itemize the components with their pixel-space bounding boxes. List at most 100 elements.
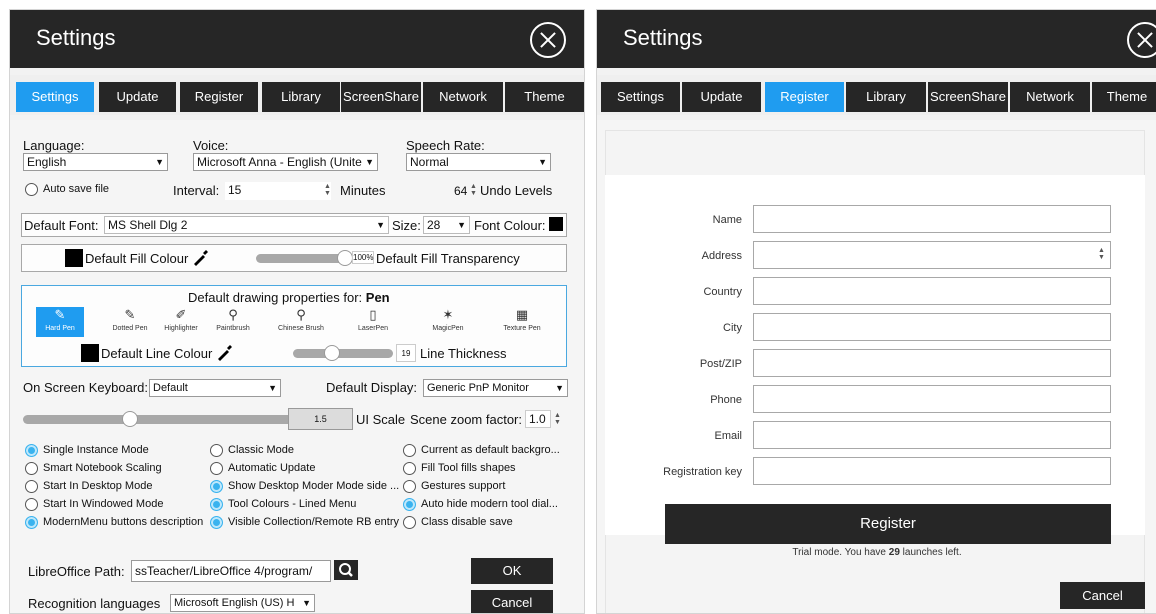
close-icon[interactable] [530,22,566,58]
tool-highlighter[interactable]: ✐ Highlighter [157,307,205,337]
city-input[interactable] [753,313,1111,341]
tab-library[interactable]: Library [846,82,926,112]
tool-paintbrush[interactable]: ⚲ Paintbrush [209,307,257,337]
fill-tool-fills-radio[interactable] [403,462,416,475]
display-value: Generic PnP Monitor [427,382,529,394]
country-input[interactable] [753,277,1111,305]
auto-hide-tool-radio[interactable] [403,498,416,511]
default-font-select[interactable]: MS Shell Dlg 2 ▼ [104,216,389,234]
voice-select[interactable]: Microsoft Anna - English (Unite ▼ [193,153,378,171]
register-button[interactable]: Register [665,504,1111,544]
spinner-icon[interactable]: ▲ ▼ [470,183,477,197]
option-label: Classic Mode [228,444,295,456]
class-disable-save-radio[interactable] [403,516,416,529]
eyedropper-icon[interactable] [216,343,234,361]
fill-transparency-knob[interactable] [337,250,353,266]
scroll-arrows-icon[interactable]: ▲ ▼ [1098,247,1105,261]
registration-key-label: Registration key [663,466,742,478]
phone-input[interactable] [753,385,1111,413]
modernmenu-description-radio[interactable] [25,516,38,529]
line-thickness-knob[interactable] [324,345,340,361]
settings-content: Language: English ▼ Voice: Microsoft Anna… [10,120,584,613]
fill-colour-label: Default Fill Colour [85,251,189,266]
classic-mode-radio[interactable] [210,444,223,457]
name-input[interactable] [753,205,1111,233]
option-label: ModernMenu buttons description [43,516,204,528]
keyboard-select[interactable]: Default ▼ [149,379,281,397]
option-label: Tool Colours - Lined Menu [228,498,357,510]
show-desktop-moder-radio[interactable] [210,480,223,493]
tab-network[interactable]: Network [423,82,503,112]
ok-button[interactable]: OK [471,558,553,584]
browse-button[interactable] [334,560,358,580]
line-thickness-track[interactable] [293,349,393,358]
tool-magic-pen[interactable]: ✶ MagicPen [424,307,472,337]
ui-scale-track[interactable] [23,415,298,424]
zoom-input[interactable]: 1.0 [525,410,551,428]
automatic-update-radio[interactable] [210,462,223,475]
spinner-icon[interactable]: ▲ ▼ [324,183,331,197]
tool-dotted-pen[interactable]: ✎ Dotted Pen [106,307,154,337]
interval-unit: Minutes [340,183,386,198]
tool-texture-pen[interactable]: ▦ Texture Pen [498,307,546,337]
tab-settings[interactable]: Settings [16,82,94,112]
libreoffice-path-input[interactable]: ssTeacher/LibreOffice 4/program/ [131,560,331,582]
email-input[interactable] [753,421,1111,449]
tool-label: Chinese Brush [278,325,324,332]
option-label: Automatic Update [228,462,316,474]
magic-pen-icon: ✶ [442,307,454,322]
tool-chinese-brush[interactable]: ⚲ Chinese Brush [273,307,329,337]
recognition-select[interactable]: Microsoft English (US) H ▼ [170,594,315,612]
chinese-brush-icon: ⚲ [296,307,306,322]
smart-notebook-scaling-radio[interactable] [25,462,38,475]
undo-levels-input[interactable]: 64 [454,184,467,198]
tab-register[interactable]: Register [765,82,844,112]
tab-register[interactable]: Register [180,82,258,112]
line-thickness-value: 19 [396,344,416,362]
registration-key-input[interactable] [753,457,1111,485]
visible-collection-radio[interactable] [210,516,223,529]
tab-theme[interactable]: Theme [505,82,584,112]
tab-update[interactable]: Update [682,82,761,112]
close-icon[interactable] [1127,22,1156,58]
settings-dialog-right: Settings Settings Update Register Librar… [596,9,1156,614]
tool-colours-radio[interactable] [210,498,223,511]
spinner-icon[interactable]: ▲ ▼ [554,412,561,426]
ui-scale-knob[interactable] [122,411,138,427]
current-default-bg-radio[interactable] [403,444,416,457]
start-desktop-mode-radio[interactable] [25,480,38,493]
post-zip-input[interactable] [753,349,1111,377]
start-windowed-mode-radio[interactable] [25,498,38,511]
speech-rate-select[interactable]: Normal ▼ [406,153,551,171]
ui-scale-label: UI Scale [356,412,406,427]
interval-label: Interval: [173,183,220,198]
display-select[interactable]: Generic PnP Monitor ▼ [423,379,568,397]
font-colour-swatch[interactable] [549,217,563,231]
keyboard-value: Default [153,382,188,394]
tool-laser-pen[interactable]: ▯ LaserPen [349,307,397,337]
tool-hard-pen[interactable]: ✎ Hard Pen [36,307,84,337]
fill-transparency-track[interactable] [256,254,349,263]
single-instance-radio[interactable] [25,444,38,457]
cancel-button[interactable]: Cancel [471,590,553,613]
interval-input[interactable]: 15 [225,182,331,200]
option-label: Class disable save [421,516,513,528]
auto-save-radio[interactable] [25,183,38,196]
line-colour-swatch[interactable] [81,344,99,362]
tab-screenshare[interactable]: ScreenShare [341,82,421,112]
tab-settings[interactable]: Settings [601,82,680,112]
tab-network[interactable]: Network [1010,82,1090,112]
city-label: City [723,322,742,334]
default-font-value: MS Shell Dlg 2 [108,218,188,232]
language-select[interactable]: English ▼ [23,153,168,171]
tab-theme[interactable]: Theme [1092,82,1156,112]
tab-update[interactable]: Update [99,82,176,112]
eyedropper-icon[interactable] [192,248,210,266]
tab-screenshare[interactable]: ScreenShare [928,82,1008,112]
cancel-button[interactable]: Cancel [1060,582,1145,609]
gestures-support-radio[interactable] [403,480,416,493]
size-select[interactable]: 28 ▼ [423,216,470,234]
tab-library[interactable]: Library [262,82,340,112]
fill-colour-swatch[interactable] [65,249,83,267]
address-input[interactable] [753,241,1111,269]
